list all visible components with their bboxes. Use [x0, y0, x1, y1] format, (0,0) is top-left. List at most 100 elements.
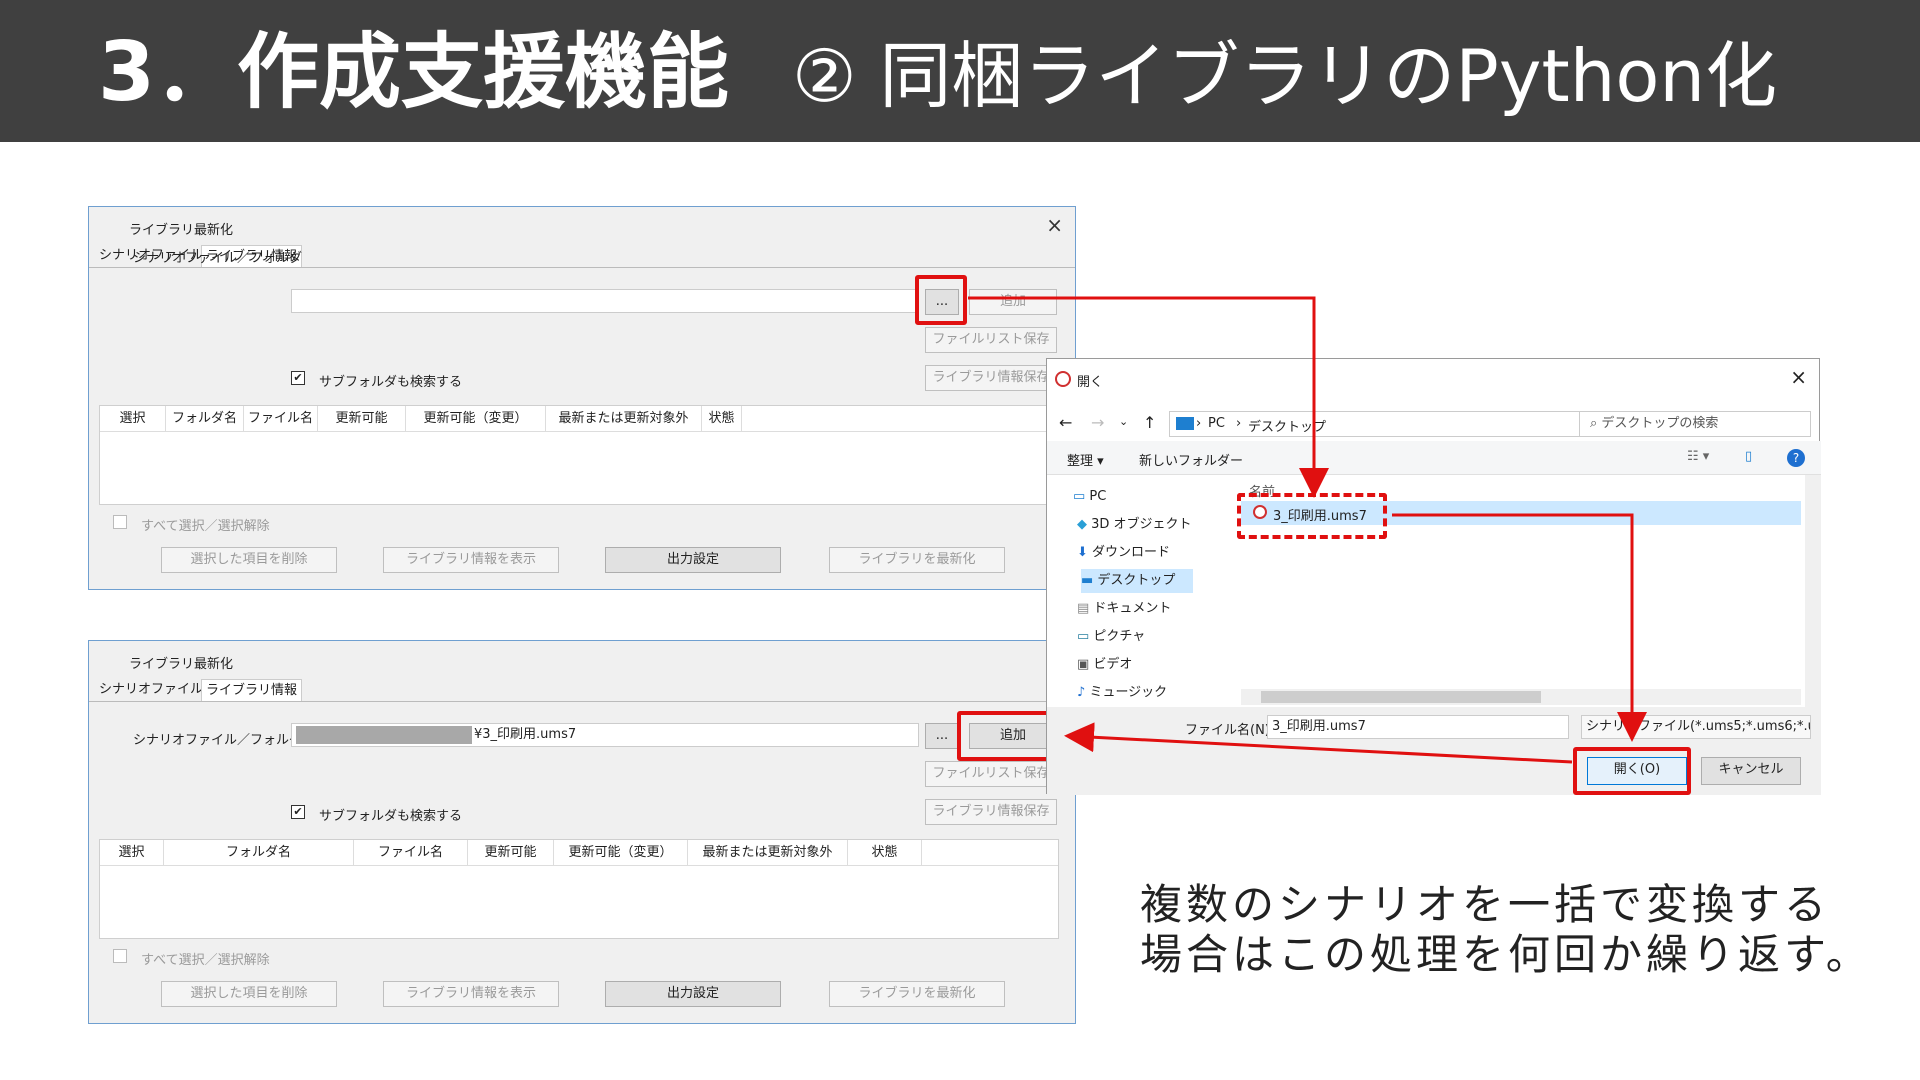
cube-icon: ◆ — [1077, 517, 1092, 532]
document-icon: ▤ — [1077, 601, 1094, 616]
help-icon[interactable]: ? — [1787, 449, 1805, 467]
nav-label: ミュージック — [1089, 685, 1168, 700]
new-folder-button[interactable]: 新しいフォルダー — [1139, 450, 1243, 469]
open-dialog-title: 開く — [1077, 375, 1104, 390]
file-type-select[interactable]: シナリオファイル(*.ums5;*.ums6;*.u — [1581, 715, 1811, 739]
output-settings-button[interactable]: 出力設定 — [605, 981, 781, 1007]
nav-item-downloads[interactable]: ⬇ ダウンロード — [1077, 541, 1170, 565]
nav-label: ダウンロード — [1092, 545, 1171, 560]
scenario-path-input[interactable]: ¥3_印刷用.ums7 — [291, 723, 919, 747]
save-file-list-button[interactable]: ファイルリスト保存 — [925, 327, 1057, 353]
delete-selected-button[interactable]: 選択した項目を削除 — [161, 981, 337, 1007]
nav-label: ビデオ — [1093, 657, 1133, 672]
column-header[interactable]: 更新可能 — [468, 840, 554, 866]
nav-item-desktop[interactable]: ▬ デスクトップ — [1081, 569, 1193, 593]
scenario-path-input[interactable] — [291, 289, 919, 313]
column-header[interactable]: フォルダ名 — [164, 840, 354, 866]
picture-icon: ▭ — [1077, 629, 1094, 644]
add-button[interactable]: 追加 — [969, 289, 1057, 315]
nav-label: 3D オブジェクト — [1091, 517, 1192, 532]
library-update-dialog-after: ライブラリ最新化 × シナリオファイル ライブラリ情報 シナリオファイル／フォル… — [88, 640, 1076, 1024]
tab-library-info[interactable]: ライブラリ情報 — [201, 679, 303, 701]
close-icon[interactable]: × — [1790, 365, 1807, 389]
highlight-open-button — [1573, 747, 1691, 795]
file-table: 選択 フォルダ名 ファイル名 更新可能 更新可能（変更） 最新または更新対象外 … — [99, 839, 1059, 939]
column-header[interactable]: 更新可能 — [318, 406, 406, 432]
scroll-thumb[interactable] — [1261, 691, 1541, 703]
tab-divider — [89, 701, 1075, 702]
organize-button[interactable]: 整理 ▾ — [1067, 450, 1104, 469]
instruction-note: 複数のシナリオを一括で変換する 場合はこの処理を何回か繰り返す。 — [1140, 880, 1872, 980]
folder-icon — [1176, 417, 1194, 430]
nav-item-music[interactable]: ♪ ミュージック — [1077, 681, 1167, 705]
select-all-checkbox[interactable] — [113, 515, 127, 529]
column-header[interactable]: 更新可能（変更） — [406, 406, 546, 432]
show-library-info-button[interactable]: ライブラリ情報を表示 — [383, 547, 559, 573]
subfolder-checkbox[interactable]: ✔ — [291, 371, 305, 385]
dialog-title: ライブラリ最新化 — [129, 657, 234, 672]
search-input[interactable]: ⌕ デスクトップの検索 — [1579, 411, 1811, 437]
note-line: 場合はこの処理を何回か繰り返す。 — [1140, 930, 1872, 979]
view-options-icon[interactable]: ☷ ▾ — [1687, 449, 1709, 464]
open-dialog-app-icon — [1055, 371, 1071, 387]
nav-item-documents[interactable]: ▤ ドキュメント — [1077, 597, 1171, 621]
save-library-info-button[interactable]: ライブラリ情報保存 — [925, 365, 1057, 391]
toolbar: 整理 ▾ 新しいフォルダー ☷ ▾ ▯ ? — [1047, 441, 1821, 475]
subfolder-label: サブフォルダも検索する — [319, 375, 463, 390]
subfolder-label: サブフォルダも検索する — [319, 809, 463, 824]
cancel-button[interactable]: キャンセル — [1701, 757, 1801, 785]
select-all-checkbox[interactable] — [113, 949, 127, 963]
search-placeholder: デスクトップの検索 — [1601, 416, 1719, 431]
close-icon[interactable]: × — [1046, 213, 1063, 237]
field-label: シナリオファイル／フォルダ — [133, 251, 303, 266]
nav-label: ピクチャ — [1093, 629, 1146, 644]
update-library-button[interactable]: ライブラリを最新化 — [829, 547, 1005, 573]
preview-pane-icon[interactable]: ▯ — [1745, 449, 1752, 464]
recent-dropdown-icon[interactable]: ⌄ — [1119, 415, 1128, 428]
nav-item-videos[interactable]: ▣ ビデオ — [1077, 653, 1132, 677]
column-header[interactable]: 状態 — [848, 840, 922, 866]
dialog-title: ライブラリ最新化 — [129, 223, 234, 238]
update-library-button[interactable]: ライブラリを最新化 — [829, 981, 1005, 1007]
column-header[interactable]: 選択 — [100, 840, 164, 866]
filename-label: ファイル名(N): — [1185, 723, 1275, 738]
breadcrumb-pc[interactable]: PC — [1208, 416, 1225, 431]
column-header[interactable]: 最新または更新対象外 — [688, 840, 848, 866]
browse-button[interactable]: ... — [925, 723, 959, 749]
tab-scenario-file[interactable]: シナリオファイル — [95, 679, 207, 701]
nav-item-pc[interactable]: ▭ PC — [1073, 485, 1106, 509]
nav-label: ドキュメント — [1093, 601, 1172, 616]
subfolder-checkbox[interactable]: ✔ — [291, 805, 305, 819]
breadcrumb-desktop[interactable]: デスクトップ — [1248, 416, 1326, 435]
output-settings-button[interactable]: 出力設定 — [605, 547, 781, 573]
slide-title: 3．作成支援機能 — [98, 25, 730, 120]
column-header[interactable]: 更新可能（変更） — [554, 840, 688, 866]
table-header: 選択 フォルダ名 ファイル名 更新可能 更新可能（変更） 最新または更新対象外 … — [100, 840, 1058, 866]
column-header[interactable]: フォルダ名 — [166, 406, 244, 432]
path-redacted — [296, 725, 472, 744]
column-header[interactable]: 最新または更新対象外 — [546, 406, 702, 432]
save-library-info-button[interactable]: ライブラリ情報保存 — [925, 799, 1057, 825]
column-header[interactable]: ファイル名 — [354, 840, 468, 866]
breadcrumb-separator: › — [1236, 416, 1242, 431]
field-label: シナリオファイル／フォルダ — [133, 733, 303, 748]
show-library-info-button[interactable]: ライブラリ情報を表示 — [383, 981, 559, 1007]
back-icon[interactable]: ← — [1059, 413, 1072, 432]
save-file-list-button[interactable]: ファイルリスト保存 — [925, 761, 1057, 787]
up-icon[interactable]: ↑ — [1143, 413, 1156, 432]
desktop-icon: ▬ — [1081, 573, 1098, 588]
filename-input[interactable]: 3_印刷用.ums7 — [1267, 715, 1569, 739]
download-icon: ⬇ — [1077, 545, 1093, 560]
column-header[interactable]: 選択 — [100, 406, 166, 432]
navigation-pane: ▭ PC ◆ 3D オブジェクト ⬇ ダウンロード ▬ デスクトップ ▤ ドキュ… — [1047, 475, 1225, 707]
video-icon: ▣ — [1077, 657, 1094, 672]
nav-item-3d-objects[interactable]: ◆ 3D オブジェクト — [1077, 513, 1192, 537]
horizontal-scrollbar[interactable] — [1241, 689, 1801, 705]
delete-selected-button[interactable]: 選択した項目を削除 — [161, 547, 337, 573]
column-header[interactable]: 状態 — [702, 406, 742, 432]
slide-header: 3．作成支援機能 ② 同梱ライブラリのPython化 — [0, 0, 1920, 142]
forward-icon[interactable]: → — [1091, 413, 1104, 432]
nav-item-pictures[interactable]: ▭ ピクチャ — [1077, 625, 1145, 649]
file-scrollbar[interactable] — [1805, 475, 1821, 707]
column-header[interactable]: ファイル名 — [244, 406, 318, 432]
